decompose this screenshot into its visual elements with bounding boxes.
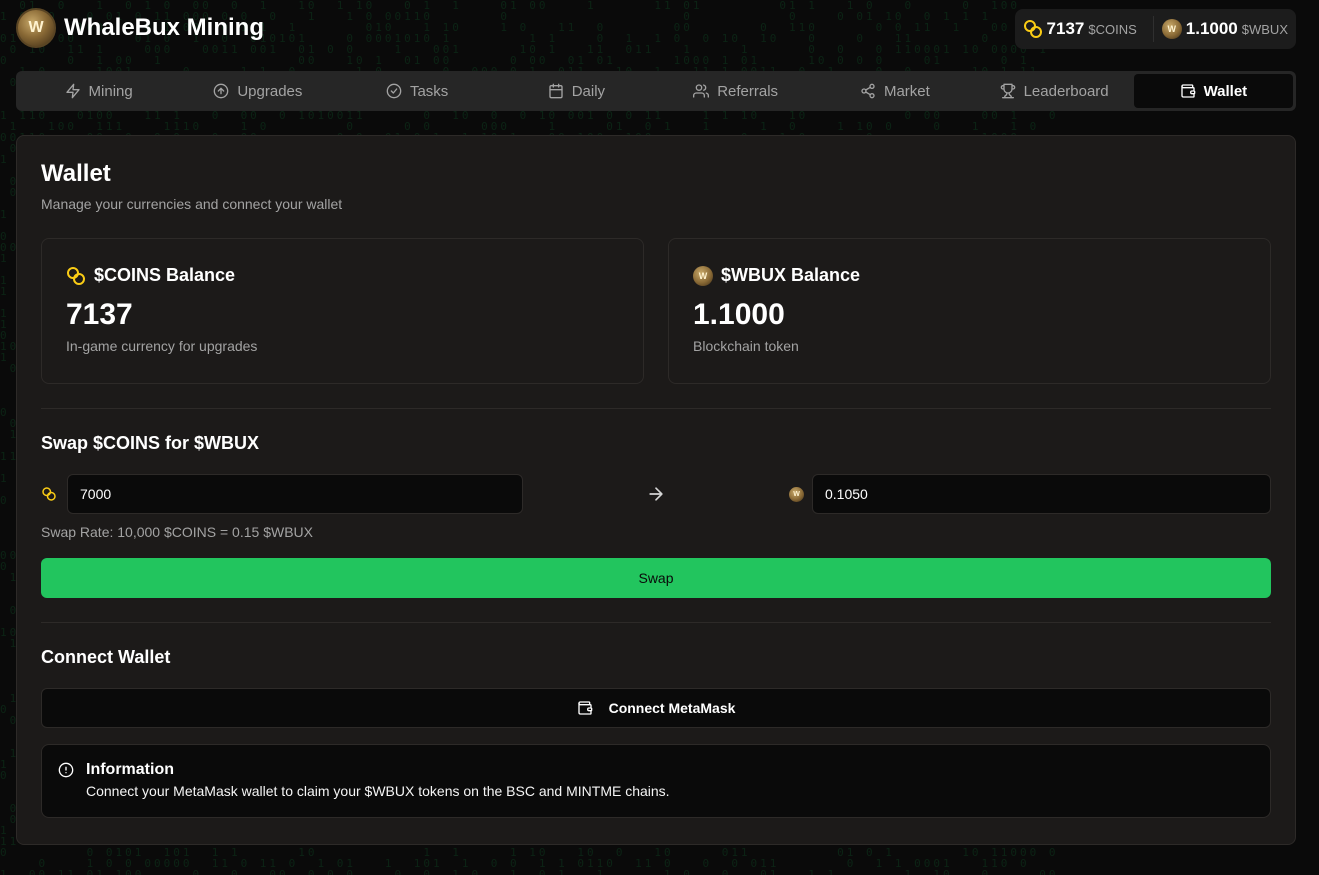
check-circle-icon bbox=[386, 83, 402, 99]
balance-grid: $COINS Balance 7137 In-game currency for… bbox=[41, 238, 1271, 384]
tab-upgrades[interactable]: Upgrades bbox=[178, 74, 337, 108]
swap-rate: Swap Rate: 10,000 $COINS = 0.15 $WBUX bbox=[41, 524, 313, 540]
tab-label: Referrals bbox=[717, 82, 779, 100]
tab-tasks[interactable]: Tasks bbox=[338, 74, 497, 108]
swap-to: W bbox=[789, 474, 1271, 514]
info-title: Information bbox=[86, 761, 174, 778]
arrow-right-icon bbox=[649, 487, 663, 501]
tab-market[interactable]: Market bbox=[815, 74, 974, 108]
tab-label: Tasks bbox=[409, 82, 449, 100]
tab-label: Upgrades bbox=[237, 82, 303, 100]
swap-row: W bbox=[41, 474, 1271, 514]
header-wbux-balance: W 1.1000 $WBUX bbox=[1152, 16, 1288, 42]
tab-label: Market bbox=[883, 82, 930, 100]
connect-wallet-title: Connect Wallet bbox=[41, 647, 171, 667]
logo-glyph: W bbox=[28, 19, 44, 36]
whalebux-logo: W bbox=[16, 8, 56, 48]
coins-balance-title: $COINS Balance bbox=[94, 265, 236, 285]
header-balances: 7137 $COINS W 1.1000 $WBUX bbox=[1014, 9, 1296, 49]
users-icon bbox=[693, 84, 710, 98]
header-wbux-value: 1.1000 bbox=[1185, 19, 1238, 38]
tab-label: Leaderboard bbox=[1023, 82, 1109, 100]
page-title: Wallet bbox=[41, 160, 111, 187]
swap-to-input[interactable] bbox=[812, 474, 1271, 514]
app-header: W WhaleBux Mining 7137 $COINS W 1.1000 $… bbox=[16, 6, 1296, 50]
arrow-up-circle-icon bbox=[214, 83, 229, 99]
tab-referrals[interactable]: Referrals bbox=[656, 74, 815, 108]
info-text: Connect your MetaMask wallet to claim yo… bbox=[86, 783, 670, 799]
swap-title: Swap $COINS for $WBUX bbox=[41, 433, 260, 453]
main-nav-tabs: Mining Upgrades Tasks Daily Referrals Ma… bbox=[16, 71, 1296, 111]
header-coins-balance: 7137 $COINS bbox=[1023, 19, 1153, 39]
connect-metamask-label: Connect MetaMask bbox=[608, 700, 736, 716]
information-alert: Information Connect your MetaMask wallet… bbox=[41, 744, 1271, 818]
header-coins-value: 7137 bbox=[1046, 19, 1085, 38]
tab-label: Daily bbox=[571, 82, 606, 100]
app-title: WhaleBux Mining bbox=[64, 14, 264, 41]
trophy-icon bbox=[1000, 83, 1015, 99]
tab-wallet[interactable]: Wallet bbox=[1133, 74, 1293, 108]
info-content: Information Connect your MetaMask wallet… bbox=[86, 761, 670, 801]
swap-from bbox=[41, 474, 523, 514]
coins-balance-header: $COINS Balance bbox=[66, 265, 619, 286]
connect-metamask-button[interactable]: Connect MetaMask bbox=[41, 688, 1271, 728]
share-icon bbox=[861, 83, 875, 99]
coins-icon bbox=[1023, 19, 1043, 39]
coins-balance-card: $COINS Balance 7137 In-game currency for… bbox=[41, 238, 644, 384]
tab-leaderboard[interactable]: Leaderboard bbox=[975, 74, 1134, 108]
tab-mining[interactable]: Mining bbox=[19, 74, 178, 108]
wallet-card: Wallet Manage your currencies and connec… bbox=[16, 135, 1296, 845]
wbux-icon: W bbox=[693, 265, 713, 286]
page-subtitle: Manage your currencies and connect your … bbox=[41, 196, 343, 212]
tab-label: Mining bbox=[88, 82, 133, 100]
calendar-icon bbox=[549, 83, 563, 99]
wallet-icon bbox=[1180, 84, 1195, 98]
divider bbox=[41, 408, 1271, 409]
wbux-icon: W bbox=[789, 486, 804, 502]
coins-icon bbox=[42, 487, 57, 502]
swap-from-input[interactable] bbox=[67, 474, 523, 514]
coins-balance-value: 7137 bbox=[66, 298, 133, 331]
wbux-balance-title: $WBUX Balance bbox=[721, 265, 861, 285]
brand: W WhaleBux Mining bbox=[16, 8, 264, 48]
swap-arrow bbox=[523, 484, 789, 504]
wbux-balance-desc: Blockchain token bbox=[693, 338, 799, 354]
zap-icon bbox=[65, 83, 80, 99]
coins-icon bbox=[66, 266, 86, 286]
info-icon bbox=[58, 761, 74, 801]
wbux-balance-header: W $WBUX Balance bbox=[693, 265, 1246, 286]
wallet-icon bbox=[577, 701, 592, 715]
wbux-icon: W bbox=[1161, 19, 1182, 39]
wbux-balance-card: W $WBUX Balance 1.1000 Blockchain token bbox=[668, 238, 1271, 384]
header-wbux-unit: $WBUX bbox=[1241, 21, 1288, 37]
header-coins-unit: $COINS bbox=[1088, 21, 1137, 37]
tab-label: Wallet bbox=[1203, 82, 1248, 100]
wbux-balance-value: 1.1000 bbox=[693, 298, 785, 331]
divider bbox=[41, 622, 1271, 623]
swap-button[interactable]: Swap bbox=[41, 558, 1271, 598]
tab-daily[interactable]: Daily bbox=[497, 74, 656, 108]
coins-balance-desc: In-game currency for upgrades bbox=[66, 338, 258, 354]
